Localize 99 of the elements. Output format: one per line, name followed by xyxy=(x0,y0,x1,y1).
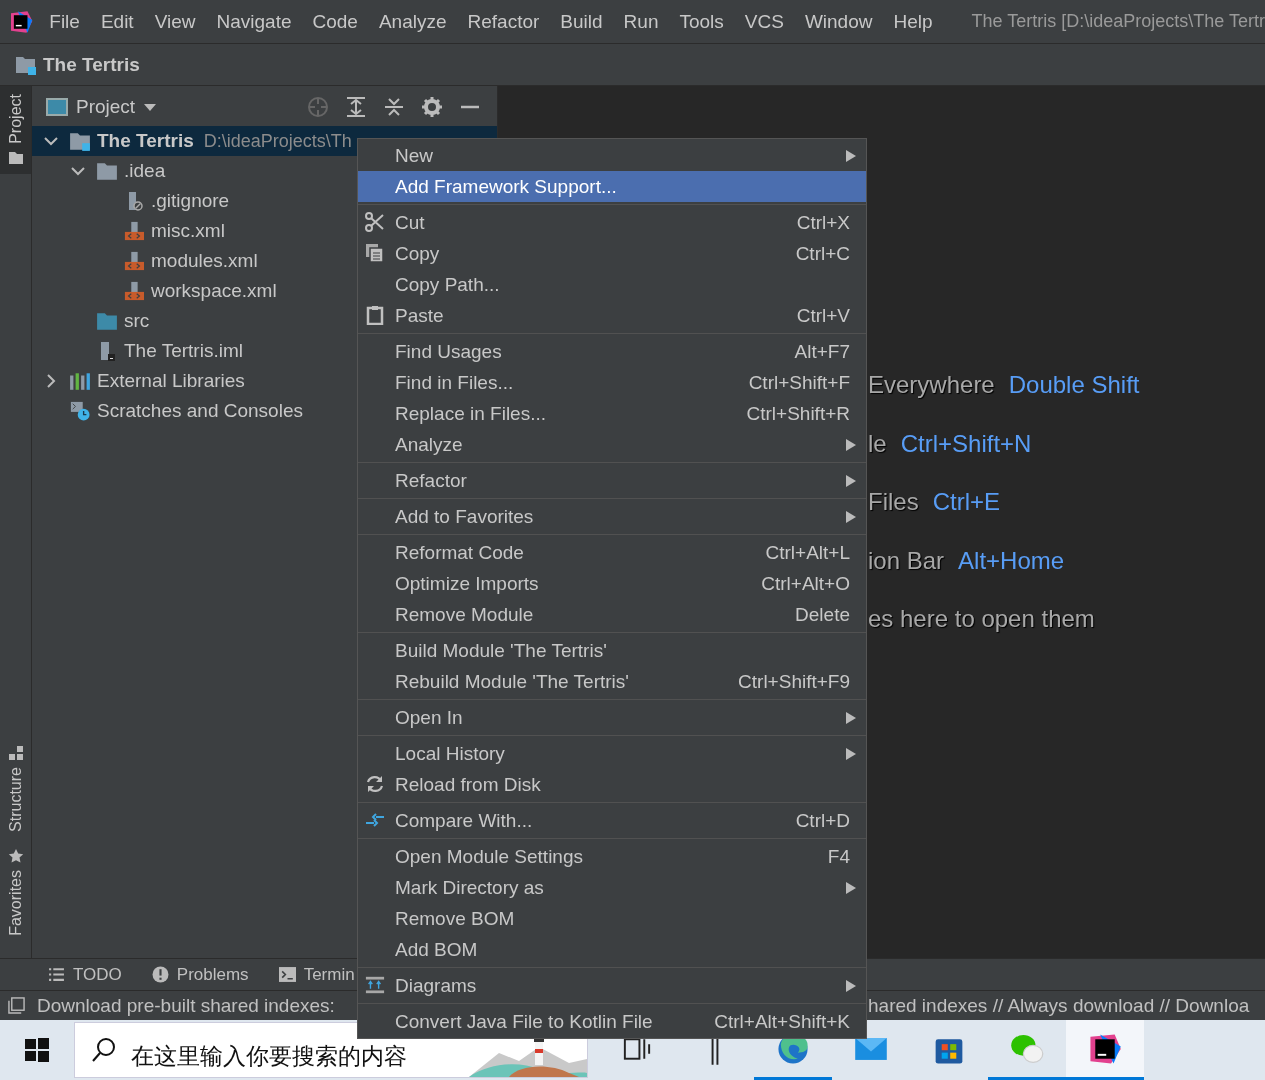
menu-item[interactable]: Add Framework Support... xyxy=(358,171,866,202)
menu-item[interactable]: Help xyxy=(893,10,933,33)
hint-shortcut: Double Shift xyxy=(1008,371,1140,400)
menu-item[interactable]: Edit xyxy=(100,10,134,33)
menu-item[interactable]: Mark Directory as xyxy=(358,872,866,903)
menu-item[interactable]: Replace in Files... Ctrl+Shift+R xyxy=(358,398,866,429)
search-field[interactable]: 在这里输入你要搜索的内容 xyxy=(131,1042,451,1070)
module-folder-icon xyxy=(15,54,37,75)
folder-icon xyxy=(96,311,118,331)
tool-window-tab[interactable]: Structure xyxy=(0,737,31,841)
menu-item[interactable]: Optimize Imports Ctrl+Alt+O xyxy=(358,568,866,599)
menu-item[interactable]: Navigate xyxy=(216,10,292,33)
tree-label: The Tertris.iml xyxy=(124,340,243,362)
warning-icon xyxy=(151,966,169,983)
tool-window-button[interactable]: Termin xyxy=(278,964,355,985)
tool-window-button[interactable]: TODO xyxy=(48,964,122,985)
menu-item[interactable]: Tools xyxy=(679,10,724,33)
clipboard-icon xyxy=(365,305,385,325)
tool-window-tab[interactable]: Favorites xyxy=(0,840,31,944)
tree-label: External Libraries xyxy=(97,370,245,392)
hint-shortcut: Ctrl+Shift+N xyxy=(900,429,1032,458)
tree-label: .gitignore xyxy=(151,190,230,212)
menu-item[interactable]: Refactor xyxy=(358,465,866,496)
terminal-icon xyxy=(278,966,296,983)
menu-item[interactable]: Build xyxy=(560,10,603,33)
reload-icon xyxy=(365,774,385,794)
hint-text: le xyxy=(868,429,887,458)
menu-item[interactable]: Open Module Settings F4 xyxy=(358,841,866,872)
tree-label: The Tertris xyxy=(97,130,194,152)
structure-icon xyxy=(7,745,24,762)
scissors-icon xyxy=(365,212,385,232)
tree-label: misc.xml xyxy=(151,220,225,242)
xml-file-icon xyxy=(123,281,145,301)
menu-item[interactable]: Refactor xyxy=(467,10,540,33)
hint-text: es here to open them xyxy=(868,605,1095,634)
tree-label: .idea xyxy=(124,160,166,182)
tree-label: modules.xml xyxy=(151,250,258,272)
menu-item[interactable]: Window xyxy=(804,10,873,33)
menu-item[interactable]: Run xyxy=(623,10,659,33)
menu-item[interactable]: Add BOM xyxy=(358,934,866,965)
list-icon xyxy=(48,966,65,983)
menu-item[interactable]: Local History xyxy=(358,738,866,769)
menu-item[interactable]: Remove BOM xyxy=(358,903,866,934)
expand-all-icon[interactable] xyxy=(345,96,367,118)
windows-logo-icon[interactable] xyxy=(25,1038,49,1062)
hint-shortcut: Alt+Home xyxy=(958,546,1065,575)
settings-icon[interactable] xyxy=(421,96,443,118)
menu-item[interactable]: Reload from Disk xyxy=(358,769,866,800)
window-icon xyxy=(46,96,68,118)
panel-toggle-icon[interactable] xyxy=(8,997,25,1014)
hint-shortcut: Ctrl+E xyxy=(932,488,1001,517)
menu-item[interactable]: Open In xyxy=(358,702,866,733)
menu-item[interactable]: View xyxy=(154,10,196,33)
collapse-all-icon[interactable] xyxy=(383,96,405,118)
tool-window-button[interactable]: Problems xyxy=(151,964,249,985)
menu-item[interactable]: Analyze xyxy=(378,10,447,33)
menu-item[interactable]: Copy Ctrl+C xyxy=(358,238,866,269)
menu-item[interactable]: File xyxy=(49,10,80,33)
diagram-icon xyxy=(365,975,385,995)
xml-file-icon xyxy=(123,221,145,241)
star-icon xyxy=(7,848,24,865)
tool-window-tab[interactable]: Project xyxy=(0,86,31,174)
menu-item[interactable]: Copy Path... xyxy=(358,269,866,300)
tree-path: D:\ideaProjects\Th xyxy=(203,130,352,152)
menu-item[interactable]: Code xyxy=(312,10,358,33)
status-message[interactable]: hared indexes // Always download // Downloa xyxy=(868,994,1250,1017)
folder-icon xyxy=(7,149,24,166)
tree-label: workspace.xml xyxy=(151,280,277,302)
breadcrumb[interactable]: The Tertris xyxy=(43,53,140,76)
menu-item[interactable]: Find Usages Alt+F7 xyxy=(358,336,866,367)
window-title: The Tertris [D:\ideaProjects\The Tertr xyxy=(971,11,1265,32)
panel-title[interactable]: Project xyxy=(76,96,136,118)
tree-label: Scratches and Consoles xyxy=(97,400,303,422)
menu-item[interactable]: Rebuild Module 'The Tertris' Ctrl+Shift+F9 xyxy=(358,666,866,697)
copy-icon xyxy=(365,243,385,263)
menu-item[interactable]: Build Module 'The Tertris' xyxy=(358,635,866,666)
hint-text: ion Bar xyxy=(868,546,945,575)
tree-label: src xyxy=(124,310,150,332)
module-folder-icon xyxy=(69,131,91,151)
xml-file-icon xyxy=(123,251,145,271)
hint-text: Files xyxy=(868,488,919,517)
status-message[interactable]: Download pre-built shared indexes: xyxy=(37,994,335,1017)
search-icon xyxy=(91,1037,117,1063)
menu-item[interactable]: Add to Favorites xyxy=(358,501,866,532)
hint-text: Everywhere xyxy=(868,371,995,400)
menu-item[interactable]: Remove Module Delete xyxy=(358,599,866,630)
ide-icon[interactable] xyxy=(1088,1031,1122,1066)
app-logo-icon xyxy=(10,9,34,34)
menu-item[interactable]: Analyze xyxy=(358,429,866,460)
scratches-icon xyxy=(69,401,91,421)
menu-item[interactable]: Paste Ctrl+V xyxy=(358,300,866,331)
menu-item[interactable]: Cut Ctrl+X xyxy=(358,207,866,238)
menu-item[interactable]: Compare With... Ctrl+D xyxy=(358,805,866,836)
menu-item[interactable]: VCS xyxy=(744,10,784,33)
menu-item[interactable]: Diagrams xyxy=(358,970,866,1001)
folder-icon xyxy=(96,161,118,181)
menu-item[interactable]: Find in Files... Ctrl+Shift+F xyxy=(358,367,866,398)
libraries-icon xyxy=(69,371,91,391)
menu-item[interactable]: Reformat Code Ctrl+Alt+L xyxy=(358,537,866,568)
